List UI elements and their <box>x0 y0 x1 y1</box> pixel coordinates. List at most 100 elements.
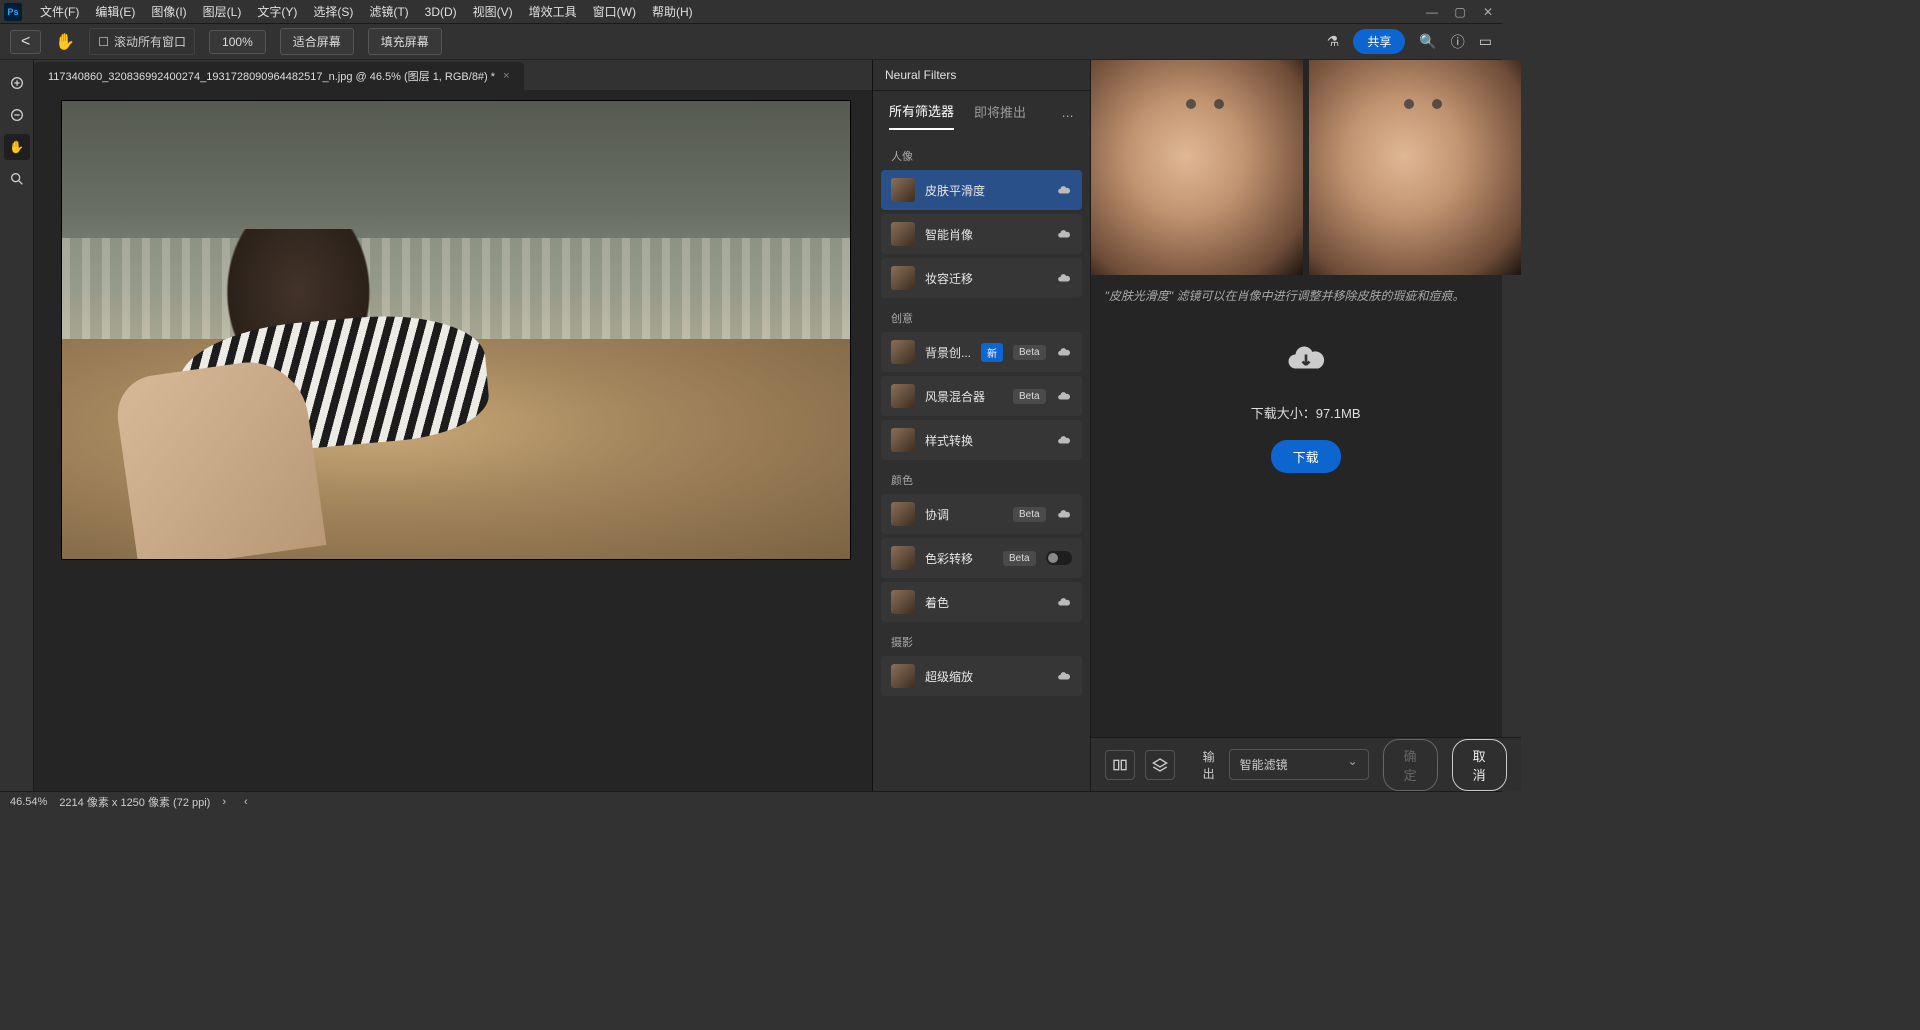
filter-category: 人像 <box>881 140 1082 170</box>
fill-screen-button[interactable]: 填充屏幕 <box>368 28 442 55</box>
search-icon[interactable]: 🔍 <box>1419 33 1436 50</box>
menu-bar: Ps 文件(F) 编辑(E) 图像(I) 图层(L) 文字(Y) 选择(S) 滤… <box>0 0 1502 24</box>
zoom-tool[interactable] <box>4 166 30 192</box>
filter-item[interactable]: 妆容迁移 <box>881 258 1082 298</box>
menu-layer[interactable]: 图层(L) <box>195 3 250 20</box>
preview-before <box>1091 60 1303 275</box>
filter-category: 颜色 <box>881 464 1082 494</box>
cloud-download-icon[interactable] <box>1056 271 1072 285</box>
download-cloud-icon <box>1285 337 1327 389</box>
chevron-left-icon[interactable]: ‹ <box>244 796 248 808</box>
workspace-icon[interactable]: ▭ <box>1479 33 1492 50</box>
filter-thumbnail <box>891 502 915 526</box>
chevron-right-icon[interactable]: › <box>222 796 226 808</box>
zoom-status[interactable]: 46.54% <box>10 796 47 808</box>
status-bar: 46.54% 2214 像素 x 1250 像素 (72 ppi) › ‹ <box>0 791 1502 811</box>
menu-file[interactable]: 文件(F) <box>32 3 87 20</box>
filter-label: 背景创... <box>925 344 971 361</box>
cloud-download-icon[interactable] <box>1056 227 1072 241</box>
filter-item[interactable]: 着色 <box>881 582 1082 622</box>
filter-thumbnail <box>891 664 915 688</box>
zoom-in-tool[interactable] <box>4 70 30 96</box>
filter-label: 风景混合器 <box>925 388 1003 405</box>
new-badge: 新 <box>981 343 1003 362</box>
canvas[interactable] <box>61 100 851 560</box>
cloud-download-icon[interactable] <box>1056 669 1072 683</box>
menu-window[interactable]: 窗口(W) <box>585 3 644 20</box>
menu-image[interactable]: 图像(I) <box>143 3 194 20</box>
preview-after <box>1309 60 1521 275</box>
menu-3d[interactable]: 3D(D) <box>417 5 465 19</box>
filter-thumbnail <box>891 384 915 408</box>
cloud-download-icon[interactable] <box>1056 433 1072 447</box>
app-icon: Ps <box>4 3 22 21</box>
beta-badge: Beta <box>1013 389 1046 404</box>
menu-edit[interactable]: 编辑(E) <box>87 3 143 20</box>
hand-tool[interactable]: ✋ <box>4 134 30 160</box>
menu-help[interactable]: 帮助(H) <box>644 3 701 20</box>
filter-thumbnail <box>891 590 915 614</box>
close-tab-icon[interactable]: × <box>503 70 509 82</box>
menu-select[interactable]: 选择(S) <box>305 3 361 20</box>
zoom-out-tool[interactable] <box>4 102 30 128</box>
menu-type[interactable]: 文字(Y) <box>249 3 305 20</box>
filter-item[interactable]: 皮肤平滑度 <box>881 170 1082 210</box>
filter-category: 创意 <box>881 302 1082 332</box>
tab-all-filters[interactable]: 所有筛选器 <box>889 101 954 130</box>
filter-thumbnail <box>891 222 915 246</box>
filter-item[interactable]: 样式转换 <box>881 420 1082 460</box>
options-bar: < ✋ ☐ 滚动所有窗口 100% 适合屏幕 填充屏幕 ⚗ 共享 🔍 ⓘ ▭ <box>0 24 1502 60</box>
minimize-icon[interactable]: — <box>1422 4 1442 20</box>
cloud-download-icon[interactable] <box>1056 507 1072 521</box>
tab-upcoming[interactable]: 即将推出 <box>974 102 1026 129</box>
filter-list[interactable]: 人像皮肤平滑度智能肖像妆容迁移创意背景创... 新 Beta 风景混合器 Beta 样式转… <box>873 130 1090 791</box>
filter-toggle[interactable] <box>1046 551 1072 565</box>
help-icon[interactable]: ⓘ <box>1451 32 1465 52</box>
filter-label: 色彩转移 <box>925 550 993 567</box>
cloud-download-icon[interactable] <box>1056 183 1072 197</box>
cloud-download-icon[interactable] <box>1056 389 1072 403</box>
ok-button[interactable]: 确定 <box>1383 739 1438 791</box>
filter-label: 样式转换 <box>925 432 1046 449</box>
filter-item[interactable]: 智能肖像 <box>881 214 1082 254</box>
filter-item[interactable]: 协调Beta <box>881 494 1082 534</box>
panel-title: Neural Filters <box>873 60 1090 91</box>
canvas-arm <box>113 354 327 560</box>
menu-plugins[interactable]: 增效工具 <box>521 3 585 20</box>
beta-badge: Beta <box>1013 345 1046 360</box>
filter-label: 智能肖像 <box>925 226 1046 243</box>
cancel-button[interactable]: 取消 <box>1452 739 1507 791</box>
share-button[interactable]: 共享 <box>1353 29 1405 54</box>
document-area: 117340860_320836992400274_19317280909644… <box>34 60 872 791</box>
layers-button[interactable] <box>1145 750 1175 780</box>
download-button[interactable]: 下载 <box>1271 440 1341 473</box>
checkbox-icon: ☐ <box>98 35 109 49</box>
cloud-download-icon[interactable] <box>1056 595 1072 609</box>
home-back-button[interactable]: < <box>10 30 41 54</box>
more-options-icon[interactable]: ⋯ <box>1062 109 1074 123</box>
scroll-all-windows-checkbox[interactable]: ☐ 滚动所有窗口 <box>89 28 195 55</box>
close-icon[interactable]: ✕ <box>1478 4 1498 20</box>
maximize-icon[interactable]: ▢ <box>1450 4 1470 20</box>
zoom-value-button[interactable]: 100% <box>209 30 266 54</box>
dimensions-status: 2214 像素 x 1250 像素 (72 ppi) <box>59 794 210 810</box>
document-tab[interactable]: 117340860_320836992400274_19317280909644… <box>34 62 524 90</box>
compare-view-button[interactable] <box>1105 750 1135 780</box>
menu-view[interactable]: 视图(V) <box>465 3 521 20</box>
menu-filter[interactable]: 滤镜(T) <box>361 3 416 20</box>
filter-thumbnail <box>891 340 915 364</box>
preview-pair <box>1091 60 1521 275</box>
beaker-icon[interactable]: ⚗ <box>1327 33 1340 50</box>
filter-item[interactable]: 色彩转移Beta <box>881 538 1082 578</box>
filter-item[interactable]: 风景混合器 Beta <box>881 376 1082 416</box>
fit-screen-button[interactable]: 适合屏幕 <box>280 28 354 55</box>
filter-item[interactable]: 背景创... 新 Beta <box>881 332 1082 372</box>
panel-bottom-bar: 输出 智能滤镜 确定 取消 <box>1091 737 1521 791</box>
hand-tool-icon: ✋ <box>55 32 75 52</box>
document-tab-title: 117340860_320836992400274_19317280909644… <box>48 68 495 84</box>
output-select[interactable]: 智能滤镜 <box>1229 749 1369 780</box>
download-size: 下载大小：97.1MB <box>1251 403 1361 422</box>
scroll-all-label: 滚动所有窗口 <box>114 33 186 50</box>
cloud-download-icon[interactable] <box>1056 345 1072 359</box>
filter-item[interactable]: 超级缩放 <box>881 656 1082 696</box>
